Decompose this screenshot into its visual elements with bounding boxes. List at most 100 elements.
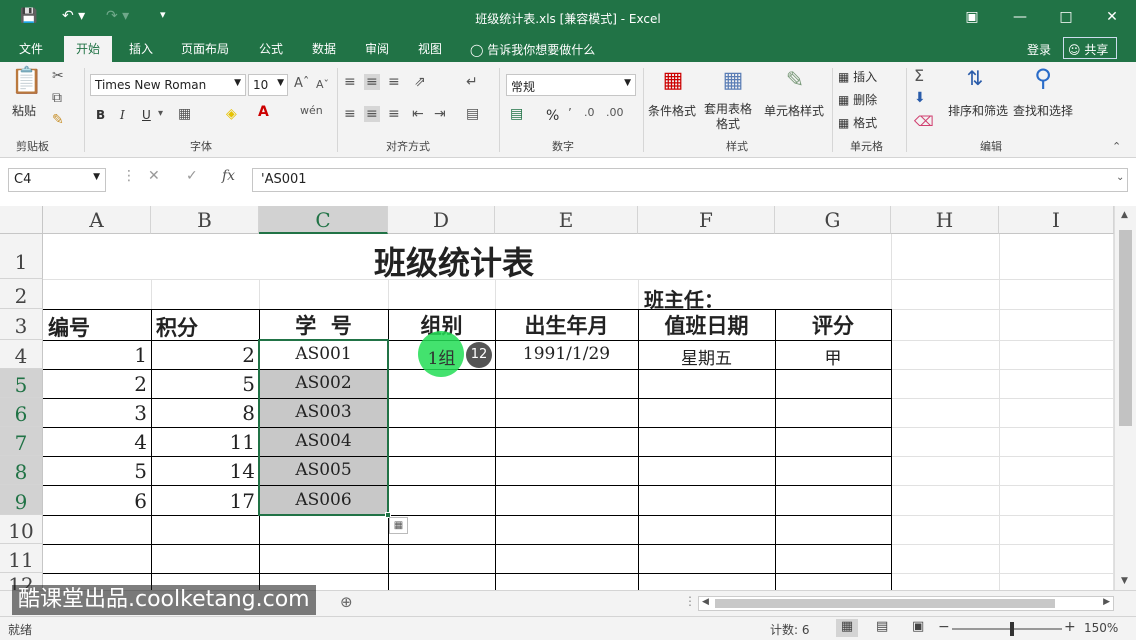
insert-function-icon[interactable]: fx <box>222 168 235 184</box>
align-bottom-icon[interactable]: ≡ <box>388 74 400 90</box>
cancel-icon[interactable]: ✕ <box>148 168 160 184</box>
delete-cells-button[interactable]: ▦ 删除 <box>838 91 877 108</box>
cut-icon[interactable]: ✂ <box>52 68 64 84</box>
login-link[interactable]: 登录 <box>1027 41 1051 58</box>
decrease-indent-icon[interactable]: ⇤ <box>412 106 424 122</box>
scroll-up-icon[interactable]: ▲ <box>1121 210 1128 220</box>
font-name-select[interactable]: Times New Roman ▼ <box>90 74 246 96</box>
vertical-scrollbar[interactable]: ▲ ▼ <box>1114 206 1136 590</box>
zoom-slider[interactable] <box>952 628 1062 630</box>
vertical-scroll-thumb[interactable] <box>1119 230 1132 426</box>
sort-filter-button[interactable]: 排序和筛选 <box>948 102 1008 119</box>
underline-button[interactable]: U <box>142 108 151 122</box>
clear-icon[interactable]: ⌫ <box>914 114 934 130</box>
column-header-i[interactable]: I <box>999 206 1114 234</box>
row-header-9[interactable]: 9 <box>0 485 43 515</box>
column-header-e[interactable]: E <box>495 206 638 234</box>
sort-filter-icon[interactable]: ⇅ <box>958 66 992 90</box>
name-box[interactable]: C4 ▼ <box>8 168 106 192</box>
collapse-ribbon-icon[interactable]: ⌃ <box>1112 140 1121 153</box>
copy-icon[interactable]: ⧉ <box>52 90 62 106</box>
horizontal-scroll-thumb[interactable] <box>715 599 1055 608</box>
zoom-in-icon[interactable]: + <box>1064 619 1076 635</box>
tab-page-layout[interactable]: 页面布局 <box>181 40 229 57</box>
row-header-8[interactable]: 8 <box>0 456 43 485</box>
number-format-select[interactable]: 常规 ▼ <box>506 74 636 96</box>
cell-a9[interactable]: 6 <box>43 489 147 513</box>
teacher-label[interactable]: 班主任： <box>644 284 724 313</box>
select-all-corner[interactable] <box>0 206 43 234</box>
italic-button[interactable]: I <box>120 108 125 122</box>
column-header-c[interactable]: C <box>259 206 388 234</box>
header-birth[interactable]: 出生年月 <box>495 310 638 340</box>
chevron-down-icon[interactable]: ▾ <box>158 108 163 119</box>
cell-styles-icon[interactable]: ✎ <box>778 68 812 93</box>
cell-c8[interactable]: AS005 <box>259 460 388 480</box>
cell-b4[interactable]: 2 <box>151 343 255 367</box>
sheet-title[interactable]: 班级统计表 <box>374 238 534 284</box>
scroll-down-icon[interactable]: ▼ <box>1121 576 1128 586</box>
cell-c4[interactable]: AS001 <box>259 344 388 364</box>
row-header-7[interactable]: 7 <box>0 427 43 456</box>
wrap-text-icon[interactable]: ↵ <box>466 74 478 90</box>
accounting-format-icon[interactable]: ▤ <box>510 106 523 122</box>
search-icon[interactable]: ⚲ <box>1026 64 1060 92</box>
fill-icon[interactable]: ⬇ <box>914 90 926 106</box>
comma-style-icon[interactable]: ’ <box>568 106 572 120</box>
worksheet-grid[interactable]: A B C D E F G H I 1 2 3 4 5 6 7 8 9 10 1… <box>0 206 1136 590</box>
cell-b8[interactable]: 14 <box>151 459 255 483</box>
zoom-out-icon[interactable]: − <box>938 619 950 635</box>
column-header-g[interactable]: G <box>775 206 891 234</box>
row-header-6[interactable]: 6 <box>0 398 43 427</box>
tab-formulas[interactable]: 公式 <box>259 40 283 57</box>
align-center-icon[interactable]: ≡ <box>364 106 380 122</box>
cell-c5[interactable]: AS002 <box>259 373 388 393</box>
tab-insert[interactable]: 插入 <box>129 40 153 57</box>
cell-a6[interactable]: 3 <box>43 401 147 425</box>
tab-review[interactable]: 审阅 <box>365 40 389 57</box>
font-size-select[interactable]: 10 ▼ <box>248 74 288 96</box>
enter-icon[interactable]: ✓ <box>186 168 198 184</box>
cell-f4[interactable]: 星期五 <box>638 344 775 369</box>
tab-home[interactable]: 开始 <box>64 36 113 62</box>
tab-file[interactable]: 文件 <box>19 40 43 57</box>
header-rating[interactable]: 评分 <box>775 310 891 340</box>
row-header-5[interactable]: 5 <box>0 369 43 398</box>
increase-decimal-icon[interactable]: .0 <box>584 106 595 119</box>
format-as-table-icon[interactable]: ▦ <box>716 68 750 93</box>
cell-a4[interactable]: 1 <box>43 343 147 367</box>
decrease-decimal-icon[interactable]: .00 <box>606 106 624 119</box>
fill-color-icon[interactable]: ◈ <box>226 106 237 122</box>
find-select-button[interactable]: 查找和选择 <box>1013 102 1073 119</box>
align-right-icon[interactable]: ≡ <box>388 106 400 122</box>
close-button[interactable]: ✕ <box>1098 6 1126 28</box>
cell-b7[interactable]: 11 <box>151 430 255 454</box>
zoom-level[interactable]: 150% <box>1084 621 1118 635</box>
minimize-button[interactable]: — <box>1006 6 1034 28</box>
cell-b5[interactable]: 5 <box>151 372 255 396</box>
zoom-slider-thumb[interactable] <box>1010 622 1014 636</box>
percent-button[interactable]: % <box>546 108 559 124</box>
phonetic-icon[interactable]: wén <box>300 104 323 117</box>
header-number[interactable]: 编号 <box>48 312 90 342</box>
align-top-icon[interactable]: ≡ <box>344 74 356 90</box>
cell-a5[interactable]: 2 <box>43 372 147 396</box>
bold-button[interactable]: B <box>96 108 105 122</box>
font-color-icon[interactable]: A <box>258 104 269 120</box>
tell-me-box[interactable]: ◯ 告诉我你想要做什么 <box>470 41 595 58</box>
formula-input[interactable]: 'AS001 <box>252 168 1128 192</box>
conditional-format-icon[interactable]: ▦ <box>656 68 690 93</box>
grow-font-icon[interactable]: Aˆ <box>294 76 309 91</box>
orientation-icon[interactable]: ⇗ <box>414 74 426 90</box>
cell-b6[interactable]: 8 <box>151 401 255 425</box>
maximize-button[interactable]: □ <box>1052 6 1080 28</box>
expand-formula-icon[interactable]: ⌄ <box>1116 172 1124 183</box>
insert-cells-button[interactable]: ▦ 插入 <box>838 68 877 85</box>
cell-b9[interactable]: 17 <box>151 489 255 513</box>
cell-e4[interactable]: 1991/1/29 <box>495 344 638 364</box>
cell-a7[interactable]: 4 <box>43 430 147 454</box>
column-header-h[interactable]: H <box>891 206 999 234</box>
cell-a8[interactable]: 5 <box>43 459 147 483</box>
increase-indent-icon[interactable]: ⇥ <box>434 106 446 122</box>
header-duty-date[interactable]: 值班日期 <box>638 310 775 340</box>
